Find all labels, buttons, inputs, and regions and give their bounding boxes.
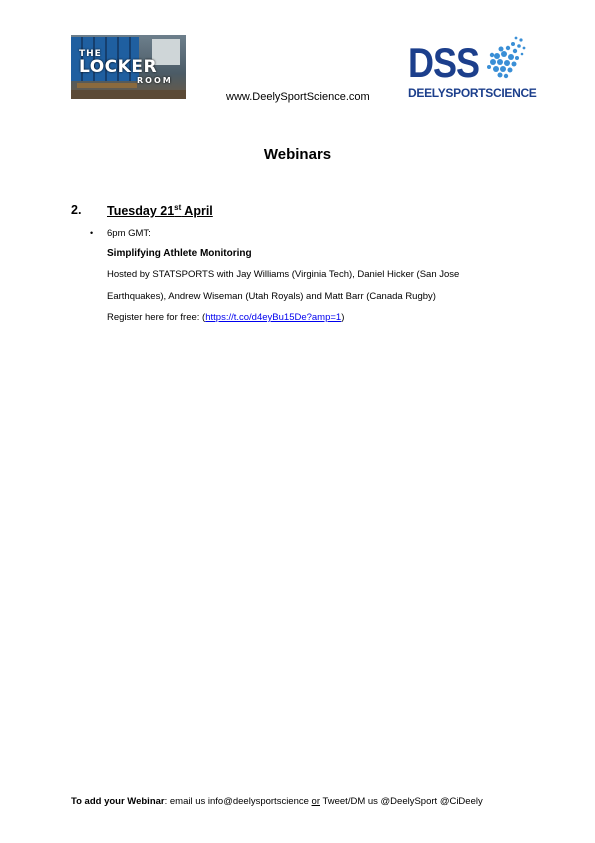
- locker-logo-text: THE LOCKER ROOM: [79, 49, 179, 85]
- register-prefix: Register here for free: (: [107, 312, 206, 323]
- footer-text2: Tweet/DM us @DeelySport @CiDeely: [320, 796, 483, 807]
- dss-logo-deely: DEELY: [408, 86, 446, 100]
- locker-logo-main: LOCKER: [79, 57, 158, 77]
- footer-bold: To add your Webinar: [71, 796, 165, 807]
- dss-logo-science: SCIENCE: [485, 86, 537, 100]
- webinar-register: Register here for free: (https://t.co/d4…: [107, 312, 344, 323]
- dss-logo-letters: DSS: [408, 39, 480, 87]
- bullet-icon: •: [90, 228, 94, 238]
- footer-or: or: [311, 796, 320, 807]
- page-title: Webinars: [263, 146, 332, 163]
- webinar-time: 6pm GMT:: [107, 228, 151, 239]
- webinar-hosts-line2: Earthquakes), Andrew Wiseman (Utah Royal…: [107, 291, 436, 302]
- footer-text1: : email us info@deelysportscience: [164, 796, 312, 807]
- footer-note: To add your Webinar: email us info@deely…: [71, 796, 483, 807]
- item-date-suffix: April: [181, 204, 213, 219]
- locker-logo-room: ROOM: [137, 76, 173, 85]
- locker-room-logo: THE LOCKER ROOM: [71, 35, 186, 99]
- item-date: Tuesday 21st April: [107, 203, 213, 218]
- dss-logo-sport: SPORT: [445, 86, 486, 100]
- register-link[interactable]: https://t.co/d4eyBu15De?amp=1: [205, 312, 341, 323]
- locker-room-floor: [71, 90, 186, 99]
- dss-logo-subtitle: DEELYSPORTSCIENCE: [408, 86, 537, 100]
- dss-logo: DSS DEELYSPORTSCIENCE: [405, 34, 537, 102]
- webinar-title: Simplifying Athlete Monitoring: [107, 248, 252, 259]
- webinar-hosts-line1: Hosted by STATSPORTS with Jay Williams (…: [107, 269, 460, 280]
- globe-icon: [487, 36, 526, 79]
- item-number: 2.: [71, 203, 82, 217]
- website-url: www.DeelySportScience.com: [226, 91, 370, 103]
- item-date-prefix: Tuesday 21: [107, 204, 175, 219]
- register-suffix: ): [341, 312, 345, 323]
